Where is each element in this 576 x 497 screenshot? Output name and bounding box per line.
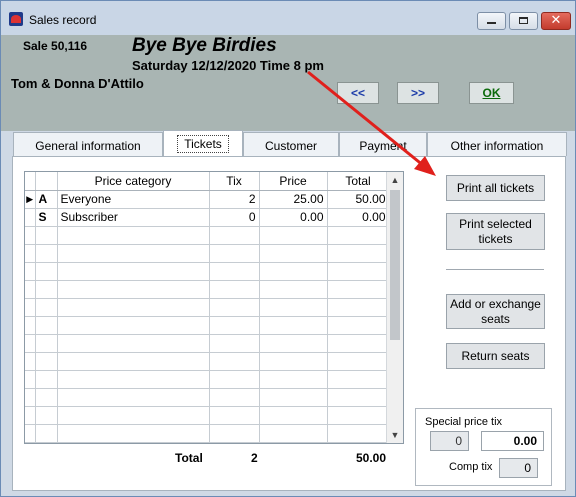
annotation-arrow [307,70,436,176]
annotation-arrow-line [307,70,425,168]
